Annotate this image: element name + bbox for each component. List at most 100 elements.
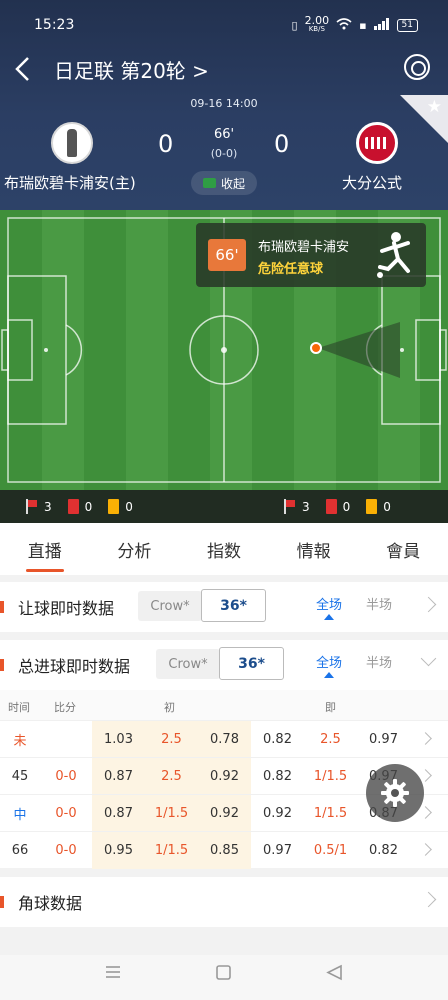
live-line: 0.5/1: [313, 843, 348, 858]
corner-flag-icon: [284, 499, 296, 514]
company-id-selector[interactable]: 36*: [201, 589, 266, 622]
battery-icon: 51: [396, 18, 418, 32]
total-goals-section: 总进球即时数据 Crow* 36* 全场 半场: [0, 640, 448, 690]
away-yellow-cards: 0: [383, 499, 391, 514]
live-line: 1/1.5: [313, 769, 348, 784]
tab-live[interactable]: 直播: [0, 523, 90, 575]
row-score: 0-0: [55, 806, 77, 821]
live-away-odds: 0.82: [369, 843, 398, 858]
away-stats: 3 0 0: [284, 499, 407, 514]
chevron-down-icon[interactable]: [420, 650, 437, 667]
detail-tabs: 直播 分析 指数 情報 會員: [0, 523, 448, 575]
initial-away-odds: 0.92: [198, 758, 251, 795]
chevron-right-icon: [419, 843, 432, 856]
gear-icon: [381, 779, 409, 807]
match-minute: 66': [213, 127, 235, 142]
company-selector[interactable]: Crow*: [138, 591, 202, 621]
initial-line: 2.5: [145, 721, 198, 758]
row-score: [40, 721, 92, 758]
target-icon[interactable]: [404, 54, 430, 80]
system-nav-bar: [0, 955, 448, 1000]
live-away-odds: 0.97: [369, 732, 398, 747]
match-header: 15:23 ▯ 2.00 KB/S ▪ 51 日足联 第20轮 > ★ 09-1…: [0, 0, 448, 210]
home-button[interactable]: [207, 959, 241, 989]
option-half-match[interactable]: 半场: [366, 652, 392, 671]
menu-button[interactable]: [96, 959, 130, 989]
settings-button[interactable]: [366, 764, 424, 822]
chevron-right-icon[interactable]: [420, 596, 437, 613]
initial-away-odds: 0.92: [198, 795, 251, 832]
header-time: 时间: [8, 701, 30, 714]
field-icon: [202, 178, 216, 188]
halftime-score: (0-0): [210, 147, 238, 160]
tab-member[interactable]: 會員: [358, 523, 448, 575]
live-event-card: 66' 布瑞欧碧卡浦安 危险任意球: [196, 223, 426, 287]
header-initial: 初: [164, 701, 175, 714]
row-score: 0-0: [55, 843, 77, 858]
home-stats: 3 0 0: [26, 499, 149, 514]
tab-analysis[interactable]: 分析: [90, 523, 180, 575]
initial-home-odds: 0.87: [92, 795, 145, 832]
vibrate-icon: ▯: [291, 18, 298, 32]
live-line: 2.5: [320, 732, 341, 747]
yellow-card-icon: [366, 499, 378, 514]
home-team-name[interactable]: 布瑞欧碧卡浦安(主): [4, 172, 136, 193]
chevron-right-icon: [419, 806, 432, 819]
row-time: 45: [11, 769, 29, 784]
section-title: 总进球即时数据: [18, 657, 131, 676]
back-button[interactable]: [14, 54, 40, 84]
yellow-card-icon: [108, 499, 120, 514]
live-home-odds: 0.82: [263, 732, 292, 747]
corner-flag-icon: [26, 499, 38, 514]
live-home-odds: 0.82: [263, 769, 292, 784]
row-time: 未: [13, 734, 27, 749]
wifi-icon: [336, 17, 352, 33]
option-half-match[interactable]: 半场: [366, 594, 392, 613]
tab-odds[interactable]: 指数: [179, 523, 269, 575]
company-id-selector[interactable]: 36*: [219, 647, 284, 680]
event-team: 布瑞欧碧卡浦安: [258, 240, 350, 255]
initial-line: 1/1.5: [145, 795, 198, 832]
home-yellow-cards: 0: [125, 499, 133, 514]
collapse-label: 收起: [220, 176, 245, 191]
header-live: 即: [325, 701, 336, 714]
section-title: 让球即时数据: [18, 599, 115, 618]
match-stats-bar: 3 0 0 3 0 0: [0, 490, 448, 523]
live-home-odds: 0.97: [263, 843, 292, 858]
table-row[interactable]: 未 1.03 2.5 0.78 0.82 2.5 0.97: [0, 720, 448, 758]
volte-icon: ▪: [359, 18, 367, 32]
initial-away-odds: 0.85: [198, 832, 251, 869]
row-score: 0-0: [55, 769, 77, 784]
company-selector[interactable]: Crow*: [156, 649, 220, 679]
initial-line: 2.5: [145, 758, 198, 795]
event-minute: 66': [208, 239, 246, 271]
chevron-left-icon: [15, 57, 29, 81]
chevron-right-icon: [419, 732, 432, 745]
tab-intel[interactable]: 情報: [269, 523, 359, 575]
chevron-right-icon[interactable]: [420, 891, 437, 908]
header-score: 比分: [54, 701, 76, 714]
initial-away-odds: 0.78: [198, 721, 251, 758]
handicap-section: 让球即时数据 Crow* 36* 全场 半场: [0, 582, 448, 632]
table-header: 时间 比分 初 即: [0, 690, 448, 720]
option-full-match[interactable]: 全场: [316, 652, 342, 678]
league-round-title[interactable]: 日足联 第20轮 >: [54, 55, 209, 84]
table-row[interactable]: 66 0-0 0.95 1/1.5 0.85 0.97 0.5/1 0.82: [0, 831, 448, 869]
kicking-player-icon: [377, 232, 410, 278]
option-full-match[interactable]: 全场: [316, 594, 342, 620]
home-red-cards: 0: [84, 499, 93, 514]
event-type: 危险任意球: [258, 262, 324, 277]
row-time: 中: [13, 808, 27, 823]
network-speed-unit: KB/S: [308, 25, 325, 33]
status-time: 15:23: [34, 17, 75, 33]
away-team-name[interactable]: 大分公式: [342, 172, 402, 193]
home-corners: 3: [44, 499, 52, 514]
back-nav-button[interactable]: [318, 959, 352, 989]
match-datetime: 09-16 14:00: [190, 97, 258, 110]
away-corners: 3: [302, 499, 310, 514]
away-red-cards: 0: [342, 499, 351, 514]
status-bar: 15:23 ▯ 2.00 KB/S ▪ 51: [34, 14, 418, 36]
corner-section: 角球数据: [0, 877, 448, 927]
red-card-icon: [67, 499, 79, 514]
collapse-button[interactable]: 收起: [191, 171, 257, 195]
